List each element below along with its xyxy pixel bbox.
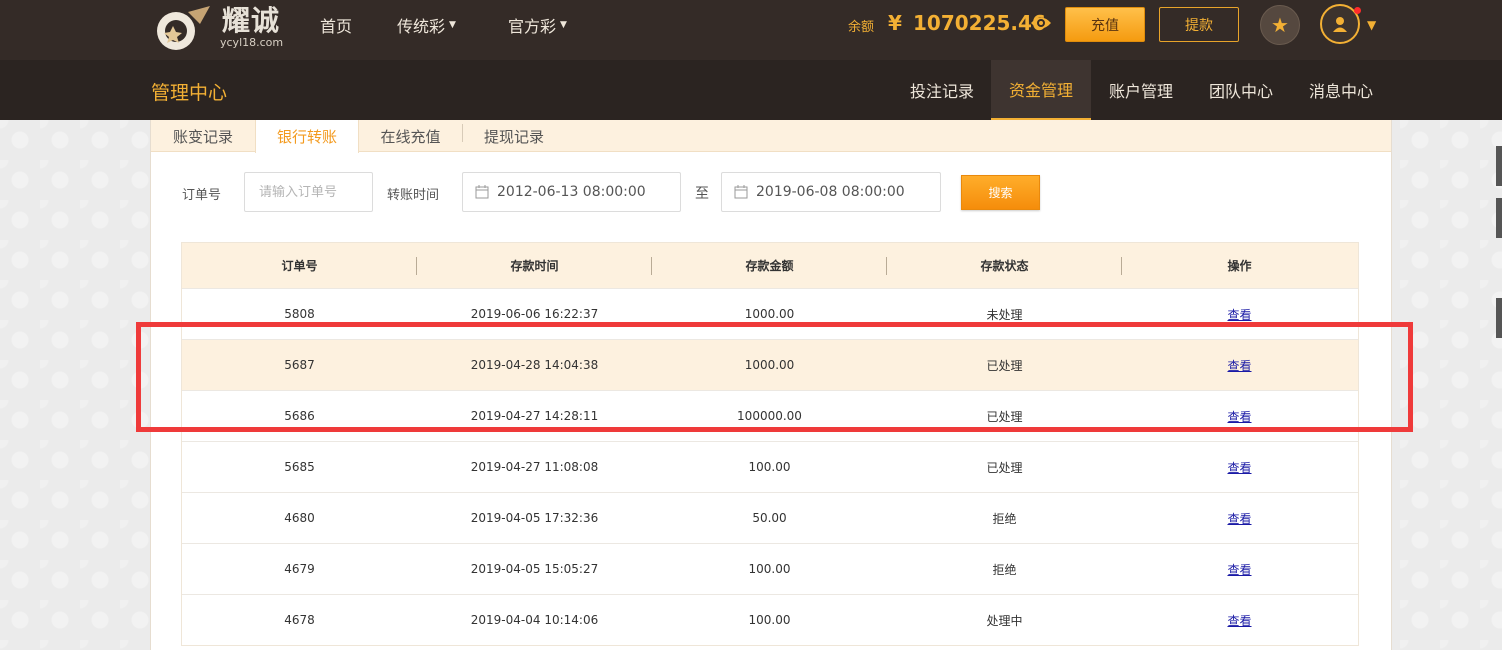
time-cell: 2019-04-05 17:32:36 bbox=[470, 511, 599, 525]
tab-account-changes[interactable]: 账变记录 bbox=[151, 120, 255, 152]
column-header-label: 存款状态 bbox=[980, 259, 1029, 273]
order-cell: 4678 bbox=[284, 613, 315, 627]
view-link[interactable]: 查看 bbox=[1122, 544, 1357, 594]
side-widget[interactable] bbox=[1496, 198, 1502, 238]
column-header-time: 存款时间 bbox=[417, 243, 652, 288]
table-header: 订单号 存款时间 存款金额 存款状态 操作 bbox=[182, 243, 1358, 288]
notification-dot bbox=[1354, 7, 1361, 14]
search-button[interactable]: 搜索 bbox=[961, 175, 1040, 210]
tab-online-recharge[interactable]: 在线充值 bbox=[359, 120, 462, 152]
eye-icon[interactable] bbox=[1030, 14, 1052, 32]
status-cell: 拒绝 bbox=[992, 511, 1017, 526]
column-header-status: 存款状态 bbox=[887, 243, 1122, 288]
table-row: 4680 2019-04-05 17:32:36 50.00 拒绝 查看 bbox=[182, 492, 1358, 543]
calendar-icon bbox=[734, 185, 748, 199]
deposit-table: 订单号 存款时间 存款金额 存款状态 操作 5808 2019-06-06 16… bbox=[181, 242, 1359, 646]
chevron-down-icon: ▼ bbox=[449, 20, 456, 30]
end-time-field[interactable]: 2019-06-08 08:00:00 bbox=[721, 172, 941, 212]
chevron-down-icon: ▼ bbox=[560, 20, 567, 30]
status-cell: 处理中 bbox=[986, 613, 1023, 628]
page-title: 管理中心 bbox=[151, 82, 228, 104]
order-cell: 5685 bbox=[284, 460, 315, 474]
brand-name: 耀诚 bbox=[222, 4, 281, 37]
brand-domain: ycyl18.com bbox=[220, 36, 284, 49]
nav-home[interactable]: 首页 bbox=[320, 0, 352, 50]
subnav-message-center[interactable]: 消息中心 bbox=[1291, 60, 1391, 120]
time-cell: 2019-04-05 15:05:27 bbox=[470, 562, 599, 576]
amount-cell: 50.00 bbox=[752, 511, 787, 525]
start-time-field[interactable]: 2012-06-13 08:00:00 bbox=[462, 172, 681, 212]
nav-official-lottery[interactable]: 官方彩 ▼ bbox=[508, 0, 567, 50]
sub-nav: 管理中心 投注记录 资金管理 账户管理 团队中心 消息中心 bbox=[0, 60, 1502, 120]
subnav-team-center[interactable]: 团队中心 bbox=[1191, 60, 1291, 120]
subnav-fund-management[interactable]: 资金管理 bbox=[991, 60, 1091, 120]
view-link[interactable]: 查看 bbox=[1122, 595, 1357, 645]
amount-cell: 100.00 bbox=[748, 460, 791, 474]
side-widget[interactable] bbox=[1496, 298, 1502, 338]
status-cell: 拒绝 bbox=[992, 562, 1017, 577]
table-row: 4678 2019-04-04 10:14:06 100.00 处理中 查看 bbox=[182, 594, 1358, 645]
brand-logo[interactable]: 耀诚 ycyl18.com bbox=[150, 2, 295, 52]
status-cell: 已处理 bbox=[986, 460, 1023, 475]
balance-value: 1070225.46 bbox=[913, 11, 1046, 35]
amount-cell: 100.00 bbox=[748, 613, 791, 627]
nav-official-label: 官方彩 bbox=[508, 17, 557, 36]
table-row: 4679 2019-04-05 15:05:27 100.00 拒绝 查看 bbox=[182, 543, 1358, 594]
view-link[interactable]: 查看 bbox=[1122, 493, 1357, 543]
nav-traditional-label: 传统彩 bbox=[397, 17, 446, 36]
tab-withdraw-records[interactable]: 提现记录 bbox=[463, 120, 565, 152]
subnav-bet-records[interactable]: 投注记录 bbox=[893, 60, 991, 120]
table-row: 5685 2019-04-27 11:08:08 100.00 已处理 查看 bbox=[182, 441, 1358, 492]
order-input[interactable] bbox=[245, 184, 372, 200]
to-label: 至 bbox=[695, 186, 709, 202]
subnav-account-management[interactable]: 账户管理 bbox=[1091, 60, 1191, 120]
fund-tabs: 账变记录 银行转账 在线充值 提现记录 bbox=[151, 120, 1391, 153]
chevron-down-icon[interactable]: ▼ bbox=[1367, 18, 1376, 32]
side-widget[interactable] bbox=[1496, 146, 1502, 186]
recharge-button[interactable]: 充值 bbox=[1065, 7, 1145, 42]
top-bar: 耀诚 ycyl18.com 首页 传统彩 ▼ 官方彩 ▼ 余额 ¥ 107022… bbox=[0, 0, 1502, 60]
order-label: 订单号 bbox=[182, 188, 222, 203]
view-link[interactable]: 查看 bbox=[1122, 442, 1357, 492]
end-time-value: 2019-06-08 08:00:00 bbox=[756, 184, 905, 200]
column-header-action: 操作 bbox=[1122, 243, 1357, 288]
favorites-button[interactable]: ★ bbox=[1260, 5, 1300, 45]
withdraw-button[interactable]: 提款 bbox=[1159, 7, 1239, 42]
user-icon bbox=[1333, 17, 1347, 32]
amount-cell: 100.00 bbox=[748, 562, 791, 576]
currency-symbol: ¥ bbox=[888, 11, 902, 35]
column-header-order: 订单号 bbox=[182, 243, 417, 288]
transfer-time-label: 转账时间 bbox=[387, 188, 440, 203]
highlight-frame bbox=[136, 322, 1413, 432]
calendar-icon bbox=[475, 185, 489, 199]
order-cell: 4679 bbox=[284, 562, 315, 576]
column-header-label: 存款时间 bbox=[510, 259, 559, 273]
column-header-amount: 存款金额 bbox=[652, 243, 887, 288]
order-input-box[interactable] bbox=[244, 172, 373, 212]
nav-home-label: 首页 bbox=[320, 17, 353, 36]
star-icon: ★ bbox=[1271, 13, 1289, 37]
order-cell: 4680 bbox=[284, 511, 315, 525]
column-header-label: 订单号 bbox=[281, 259, 318, 273]
nav-traditional-lottery[interactable]: 传统彩 ▼ bbox=[397, 0, 456, 50]
time-cell: 2019-04-04 10:14:06 bbox=[470, 613, 599, 627]
start-time-value: 2012-06-13 08:00:00 bbox=[497, 184, 646, 200]
balance-label: 余额 bbox=[848, 20, 875, 35]
time-cell: 2019-04-27 11:08:08 bbox=[470, 460, 599, 474]
logo-icon bbox=[157, 6, 210, 50]
column-header-label: 操作 bbox=[1227, 259, 1252, 273]
tab-bank-transfer[interactable]: 银行转账 bbox=[255, 120, 359, 153]
column-header-label: 存款金额 bbox=[745, 259, 794, 273]
